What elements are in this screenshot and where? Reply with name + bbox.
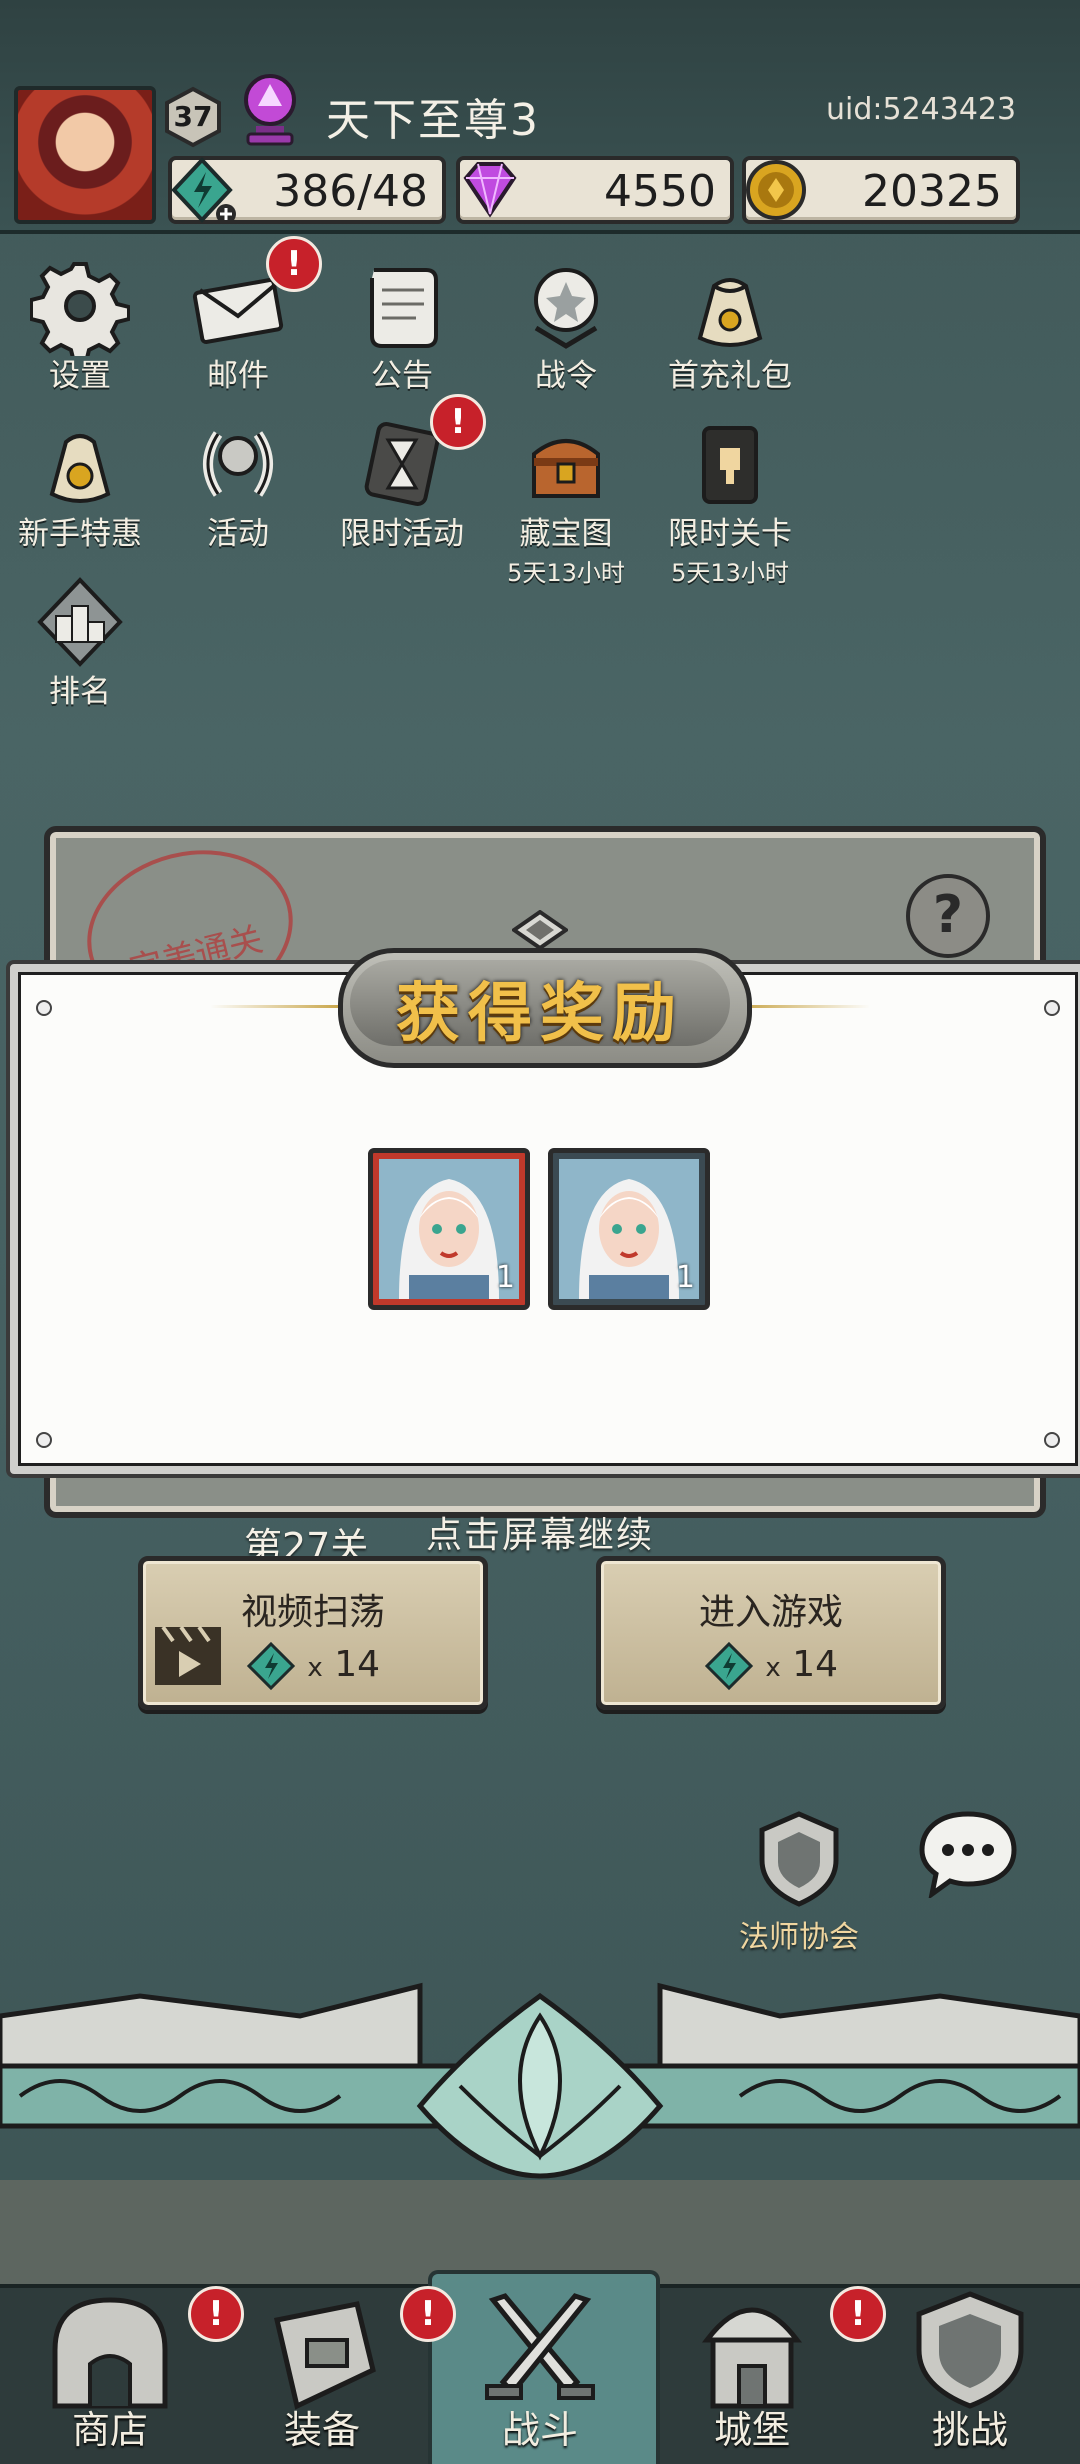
gift-bag-icon bbox=[697, 278, 763, 347]
menu-label: 设置 bbox=[49, 358, 111, 394]
player-uid: uid:5243423 bbox=[826, 92, 1017, 127]
crossed-swords-icon bbox=[485, 2293, 595, 2400]
rivet bbox=[1044, 1432, 1060, 1448]
tab-label: 城堡 bbox=[713, 2408, 790, 2452]
energy-icon bbox=[704, 1641, 754, 1691]
level-badge: 37 bbox=[162, 86, 224, 148]
menu-label: 限时活动 bbox=[340, 516, 464, 552]
enter-game-button[interactable]: 进入游戏 x 14 bbox=[596, 1556, 946, 1710]
sweep-cost-value: 14 bbox=[334, 1644, 381, 1685]
help-button[interactable]: ? bbox=[906, 874, 990, 958]
menu-label: 新手特惠 bbox=[18, 516, 142, 552]
menu-label: 活动 bbox=[207, 516, 269, 552]
energy-icon bbox=[246, 1641, 296, 1691]
first-purchase-gift-button[interactable]: 首充礼包 bbox=[660, 256, 800, 396]
menu-label: 限时关卡 bbox=[668, 516, 792, 552]
tab-challenge[interactable]: 挑战 bbox=[870, 2290, 1070, 2460]
reward-item[interactable]: 1 bbox=[368, 1148, 530, 1310]
countdown-label: 5天13小时 bbox=[507, 559, 625, 587]
rivet bbox=[36, 1000, 52, 1016]
shop-icon bbox=[52, 2297, 168, 2409]
video-clapper-icon bbox=[155, 1625, 221, 1685]
battle-pass-icon bbox=[534, 268, 598, 349]
enter-cost-value: 14 bbox=[792, 1644, 839, 1685]
tab-castle[interactable]: ! 城堡 bbox=[652, 2286, 886, 2460]
tab-label: 挑战 bbox=[931, 2408, 1008, 2452]
energy-value: 386/48 bbox=[273, 166, 428, 217]
ranking-button[interactable]: 排名 bbox=[10, 572, 150, 712]
money-bag-icon bbox=[49, 434, 111, 503]
rivet bbox=[1044, 1000, 1060, 1016]
mail-button[interactable]: ! 邮件 bbox=[168, 236, 322, 396]
gem-value: 4550 bbox=[604, 166, 716, 217]
tab-battle[interactable]: 战斗 bbox=[440, 2290, 640, 2460]
mages-guild-label: 法师协会 bbox=[739, 1920, 859, 1955]
gold-coin-icon bbox=[746, 160, 806, 220]
notice-button[interactable]: 公告 bbox=[332, 256, 472, 396]
tab-shop[interactable]: ! 商店 bbox=[10, 2286, 244, 2460]
limited-event-alert-badge: ! bbox=[430, 394, 486, 450]
enter-label: 进入游戏 bbox=[698, 1592, 843, 1633]
podium-icon bbox=[37, 577, 123, 667]
menu-label: 首充礼包 bbox=[668, 358, 792, 394]
laurel-icon bbox=[203, 431, 273, 497]
tab-label: 商店 bbox=[71, 2408, 148, 2452]
gear-icon bbox=[29, 262, 131, 364]
menu-label: 公告 bbox=[371, 358, 433, 394]
gold-counter[interactable]: 20325 bbox=[742, 156, 1020, 224]
limited-stage-button[interactable]: 限时关卡 5天13小时 bbox=[660, 414, 800, 587]
reward-item[interactable]: 1 bbox=[548, 1148, 710, 1310]
mages-guild-button[interactable]: 法师协会 bbox=[724, 1808, 874, 1956]
vip-trophy-icon[interactable] bbox=[232, 70, 308, 150]
equipment-icon bbox=[273, 2301, 376, 2410]
newbie-deal-button[interactable]: 新手特惠 bbox=[10, 414, 150, 554]
treasure-map-button[interactable]: 藏宝图 5天13小时 bbox=[496, 414, 636, 587]
level-value: 37 bbox=[173, 100, 213, 133]
tap-to-continue-hint[interactable]: 点击屏幕继续 bbox=[0, 1506, 1080, 1558]
gold-value: 20325 bbox=[862, 166, 1002, 217]
tab-label: 装备 bbox=[283, 2408, 360, 2452]
reward-count: 1 bbox=[495, 1260, 515, 1295]
energy-counter[interactable]: 386/48 bbox=[168, 156, 446, 224]
gem-icon bbox=[463, 162, 517, 218]
menu-label: 排名 bbox=[49, 674, 111, 710]
countdown-label: 5天13小时 bbox=[671, 559, 789, 587]
shield-icon bbox=[916, 2291, 1024, 2409]
energy-icon bbox=[171, 157, 236, 224]
reward-count: 1 bbox=[675, 1260, 695, 1295]
title-flourish bbox=[740, 1005, 870, 1008]
title-flourish bbox=[210, 1005, 340, 1008]
guild-shield-icon bbox=[759, 1811, 839, 1907]
lotus-ornament bbox=[0, 1982, 1080, 2179]
menu-label: 邮件 bbox=[207, 358, 269, 394]
title-diamond-ornament bbox=[512, 910, 568, 950]
menu-label: 藏宝图 bbox=[519, 516, 613, 552]
cost-prefix: x bbox=[765, 1653, 781, 1683]
events-button[interactable]: 活动 bbox=[168, 414, 308, 554]
battle-pass-button[interactable]: 战令 bbox=[496, 256, 636, 396]
chat-bubble-icon[interactable] bbox=[918, 1808, 1018, 1898]
limited-event-button[interactable]: ! 限时活动 bbox=[332, 394, 486, 554]
gem-counter[interactable]: 4550 bbox=[456, 156, 734, 224]
castle-icon bbox=[701, 2307, 803, 2409]
rivet bbox=[36, 1432, 52, 1448]
player-name: 天下至尊3 bbox=[326, 95, 540, 146]
treasure-chest-icon bbox=[532, 439, 600, 498]
tab-label: 战斗 bbox=[501, 2408, 578, 2452]
reward-title: 获得奖励 bbox=[396, 976, 684, 1051]
mail-alert-badge: ! bbox=[266, 236, 322, 292]
player-avatar[interactable] bbox=[14, 86, 156, 224]
settings-button[interactable]: 设置 bbox=[10, 256, 150, 396]
tower-icon bbox=[702, 426, 758, 504]
menu-label: 战令 bbox=[535, 358, 597, 394]
tab-equipment[interactable]: ! 装备 bbox=[222, 2286, 456, 2460]
video-sweep-button[interactable]: 视频扫荡 x 14 bbox=[138, 1556, 488, 1710]
cost-prefix: x bbox=[307, 1653, 323, 1683]
enter-cost: x 14 bbox=[601, 1641, 941, 1691]
scroll-icon bbox=[370, 268, 438, 348]
